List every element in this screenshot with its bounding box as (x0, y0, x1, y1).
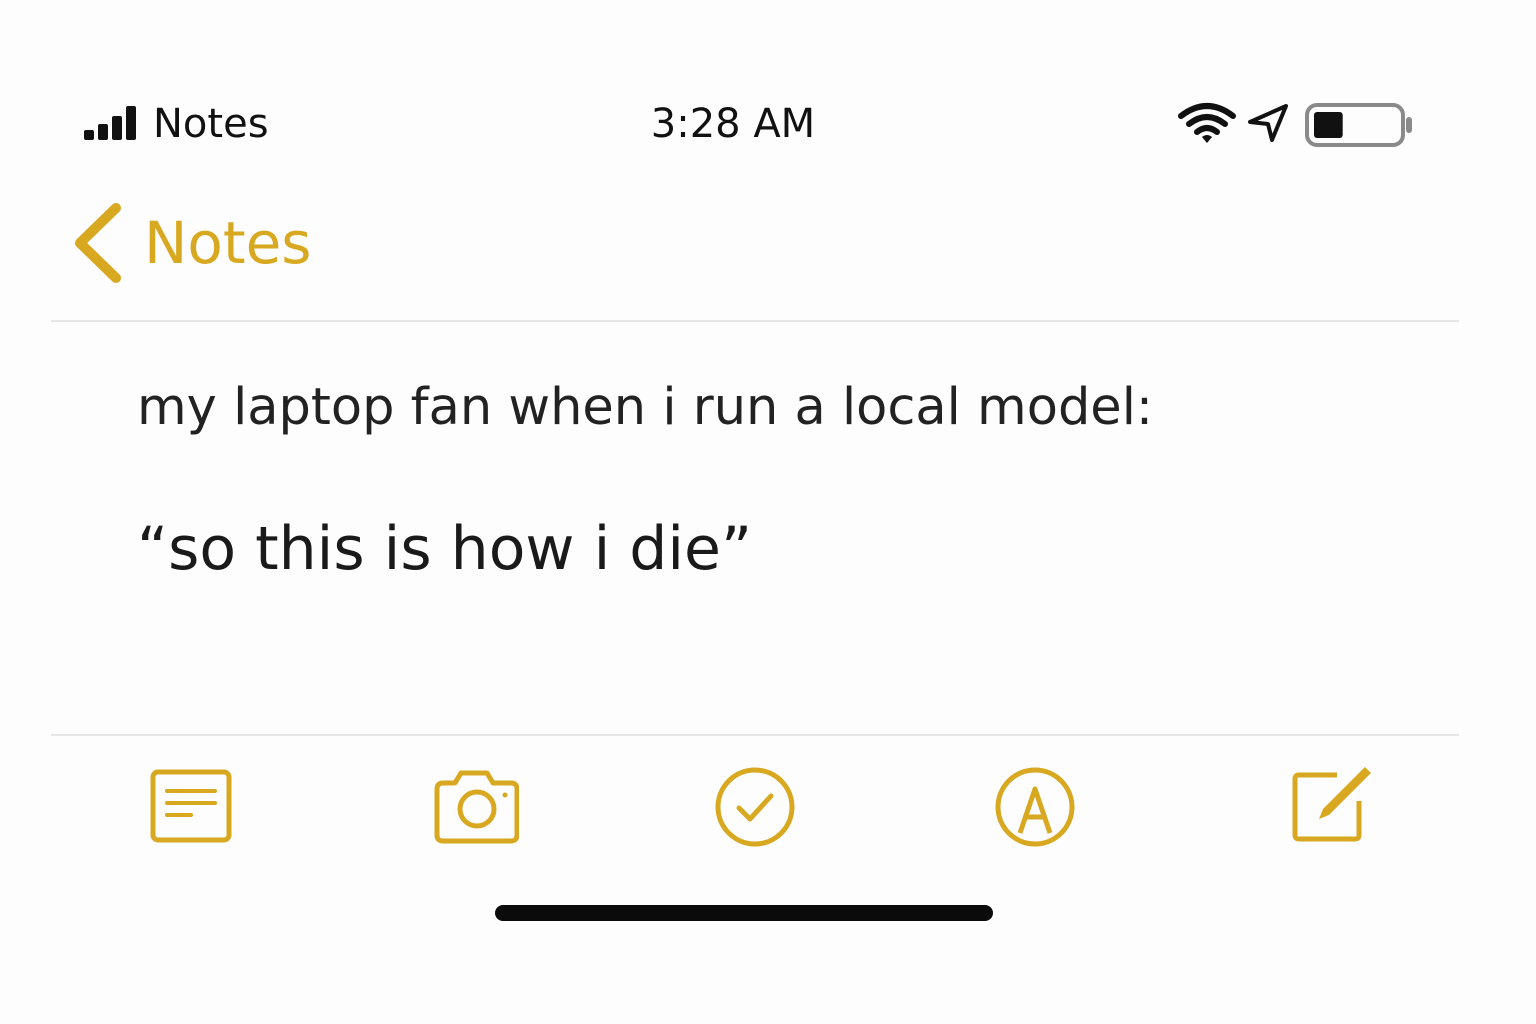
wifi-icon (1178, 103, 1236, 143)
nav-divider (51, 320, 1459, 322)
compose-icon (1292, 767, 1371, 842)
home-indicator[interactable] (495, 905, 993, 921)
note-line[interactable]: my laptop fan when i run a local model: (137, 372, 1437, 444)
text-format-icon (150, 769, 232, 843)
camera-button[interactable] (426, 760, 522, 852)
compose-button[interactable] (1282, 760, 1378, 852)
back-to-notes-button[interactable]: Notes (66, 196, 312, 290)
back-label: Notes (144, 209, 312, 277)
markup-button[interactable] (985, 760, 1081, 852)
checklist-button[interactable] (705, 760, 801, 852)
checkmark-circle-icon (715, 767, 795, 847)
markup-pen-icon (995, 767, 1075, 847)
text-format-button[interactable] (140, 760, 236, 852)
status-bar: Notes 3:28 AM (0, 96, 1536, 160)
note-line[interactable]: “so this is how i die” (137, 510, 1437, 588)
battery-icon (1305, 103, 1412, 147)
note-body[interactable]: my laptop fan when i run a local model: … (137, 372, 1437, 588)
chevron-left-icon (75, 203, 121, 283)
location-arrow-icon (1248, 104, 1288, 142)
toolbar-divider (51, 734, 1459, 736)
camera-icon (434, 770, 519, 844)
